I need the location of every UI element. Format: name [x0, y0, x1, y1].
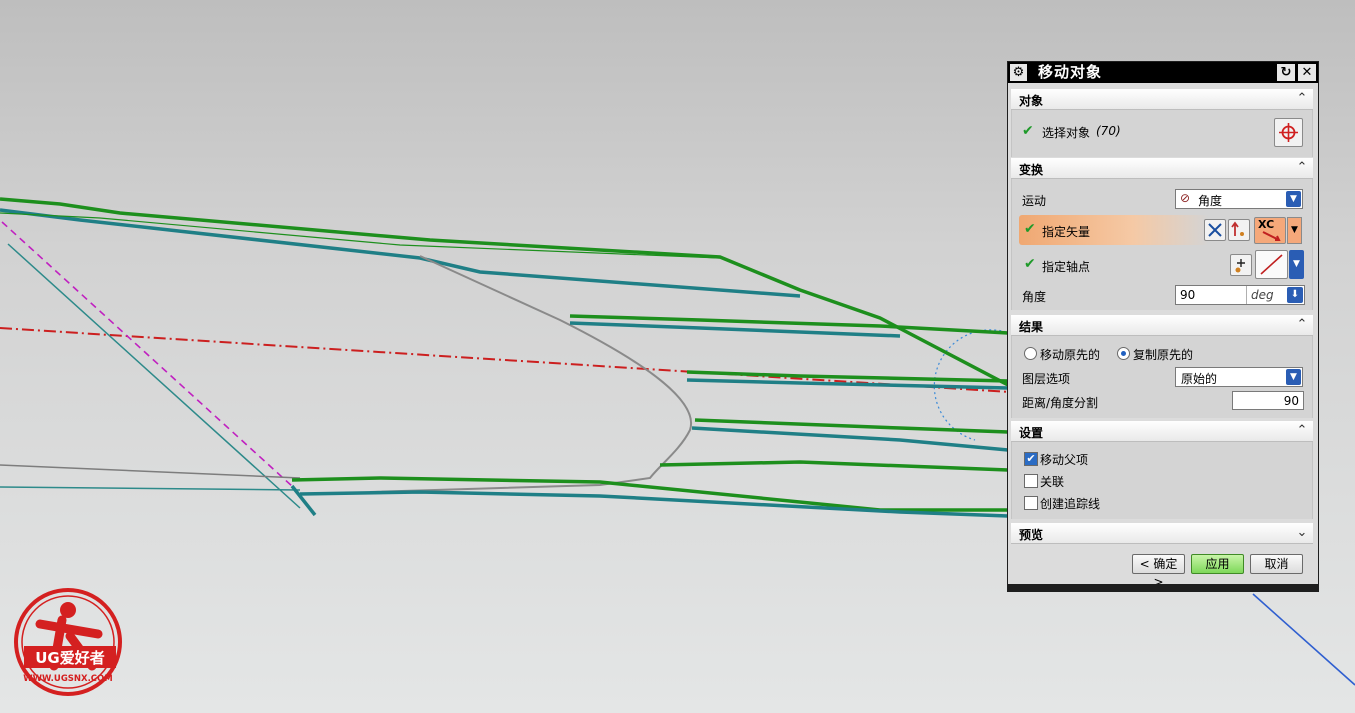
distance-angle-divide-input[interactable]: 90 — [1232, 391, 1304, 410]
reverse-direction-button[interactable] — [1204, 219, 1226, 241]
vector-dialog-button[interactable] — [1228, 219, 1250, 241]
motion-label: 运动 — [1022, 194, 1047, 208]
select-object-button[interactable] — [1274, 118, 1303, 147]
layer-option-select[interactable]: 原始的 ▼ — [1175, 367, 1303, 387]
move-original-label: 移动原先的 — [1040, 348, 1101, 362]
pivot-icon — [1235, 259, 1245, 273]
divide-value: 90 — [1283, 394, 1299, 408]
pivot-type-button[interactable] — [1255, 250, 1288, 279]
curve-mid4-green — [659, 460, 1009, 472]
vector-type-button[interactable]: XC — [1254, 217, 1286, 244]
collapse-icon[interactable]: ⌃ — [1293, 316, 1311, 334]
section-object-body: ✔ 选择对象 (70) — [1011, 110, 1313, 157]
red-datum-axis — [0, 327, 1011, 393]
magenta-dashed-line — [1, 221, 294, 488]
section-preview-header[interactable]: 预览 ⌄ — [1011, 523, 1313, 544]
field-divider — [1246, 286, 1247, 304]
section-transform-header[interactable]: 变换 ⌃ — [1011, 158, 1313, 179]
copy-original-label: 复制原先的 — [1133, 348, 1194, 362]
section-result-body: 移动原先的 复制原先的 图层选项 原始的 ▼ 距离/角度分割 90 — [1011, 336, 1313, 418]
section-object-header[interactable]: 对象 ⌃ — [1011, 89, 1313, 110]
section-settings-header[interactable]: 设置 ⌃ — [1011, 421, 1313, 442]
reset-icon[interactable]: ↻ — [1277, 64, 1295, 81]
cancel-button[interactable]: 取消 — [1250, 554, 1303, 574]
logo-text: UG爱好者 — [35, 649, 105, 667]
motion-select[interactable]: ⊘ 角度 ▼ — [1175, 189, 1303, 209]
associative-label: 关联 — [1040, 475, 1065, 489]
section-preview-label: 预览 — [1019, 528, 1044, 542]
line-point-icon — [1260, 254, 1283, 275]
select-object-count: (70) — [1096, 124, 1121, 138]
angle-motion-icon: ⊘ — [1180, 191, 1191, 205]
vector-constructor-icon — [1231, 221, 1244, 236]
expand-icon[interactable]: ⌄ — [1293, 524, 1311, 542]
dropdown-icon[interactable]: ▼ — [1287, 217, 1302, 244]
distance-angle-divide-label: 距离/角度分割 — [1022, 396, 1099, 410]
ok-button[interactable]: < 确定 > — [1132, 554, 1185, 589]
layer-option-value: 原始的 — [1181, 372, 1218, 386]
associative-checkbox[interactable] — [1024, 474, 1038, 488]
close-icon[interactable]: ✕ — [1298, 64, 1316, 81]
dropdown-icon[interactable]: ▼ — [1286, 191, 1301, 207]
collapse-icon[interactable]: ⌃ — [1293, 422, 1311, 440]
collapse-icon[interactable]: ⌃ — [1293, 90, 1311, 108]
dropdown-icon[interactable]: ▼ — [1289, 250, 1304, 279]
move-parent-checkbox[interactable]: ✔ — [1024, 452, 1038, 466]
section-transform-body: 运动 ⊘ 角度 ▼ ✔ 指定矢量 XC ▼ ✔ 指定轴点 ▼ 角度 90 deg… — [1011, 179, 1313, 310]
section-object-label: 对象 — [1019, 94, 1044, 108]
create-trace-label: 创建追踪线 — [1040, 497, 1101, 511]
create-trace-checkbox[interactable] — [1024, 496, 1038, 510]
dialog-title-bar[interactable]: ⚙ 移动对象 ↻ ✕ — [1008, 62, 1318, 83]
section-result-header[interactable]: 结果 ⌃ — [1011, 315, 1313, 336]
move-original-radio[interactable] — [1024, 347, 1037, 360]
apply-button[interactable]: 应用 — [1191, 554, 1244, 574]
teal-diagonal-line — [7, 243, 301, 509]
check-icon: ✔ — [1024, 221, 1036, 237]
crosshair-icon — [1279, 123, 1298, 142]
angle-value: 90 — [1180, 288, 1196, 302]
angle-unit: deg — [1251, 288, 1274, 302]
collapse-icon[interactable]: ⌃ — [1293, 159, 1311, 177]
section-result-label: 结果 — [1019, 320, 1044, 334]
vector-icon — [1208, 223, 1222, 237]
check-icon: ✔ — [1024, 256, 1036, 272]
motion-value: 角度 — [1198, 194, 1223, 208]
curve-bottom-teal — [299, 490, 1009, 518]
dropdown-icon[interactable]: ▼ — [1286, 369, 1301, 385]
dialog-title: 移动对象 — [1038, 63, 1103, 81]
select-object-label: 选择对象 — [1042, 126, 1091, 140]
section-settings-body: ✔ 移动父项 关联 创建追踪线 — [1011, 442, 1313, 519]
ug-logo: UG爱好者 WWW.UGSNX.COM — [14, 588, 122, 696]
point-dialog-button[interactable] — [1230, 254, 1252, 276]
xc-vector-icon — [1262, 231, 1281, 241]
section-settings-label: 设置 — [1019, 426, 1044, 440]
vector-label: 指定矢量 — [1042, 225, 1091, 239]
move-object-dialog: ⚙ 移动对象 ↻ ✕ 对象 ⌃ ✔ 选择对象 (70) 变换 ⌃ 运动 ⊘ 角度… — [1007, 61, 1319, 592]
check-icon: ✔ — [1022, 123, 1034, 139]
gear-icon[interactable]: ⚙ — [1010, 64, 1027, 81]
teal-horizontal-line — [0, 486, 301, 491]
logo-url: WWW.UGSNX.COM — [23, 674, 112, 684]
blue-axis-line — [1252, 593, 1355, 686]
pivot-label: 指定轴点 — [1042, 260, 1091, 274]
curve-bottom-hook — [290, 484, 317, 517]
curve-gray-profile — [369, 255, 693, 493]
dropdown-icon[interactable]: ⬇ — [1287, 287, 1303, 303]
layer-option-label: 图层选项 — [1022, 372, 1071, 386]
move-parent-label: 移动父项 — [1040, 453, 1089, 467]
angle-label: 角度 — [1022, 290, 1047, 304]
angle-input[interactable]: 90 deg ⬇ — [1175, 285, 1305, 305]
section-transform-label: 变换 — [1019, 163, 1044, 177]
copy-original-radio[interactable] — [1117, 347, 1130, 360]
dialog-bottom-bar — [1008, 584, 1318, 591]
